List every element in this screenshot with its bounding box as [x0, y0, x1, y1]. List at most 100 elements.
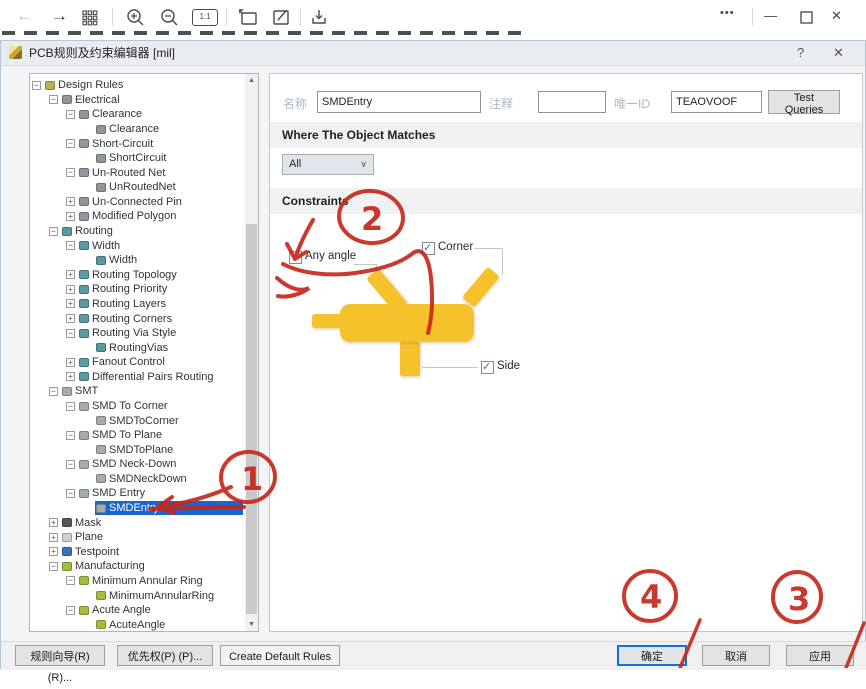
- expand-plus-icon[interactable]: +: [66, 314, 75, 323]
- expand-plus-icon[interactable]: +: [66, 372, 75, 381]
- tree-item[interactable]: UnRoutedNet: [30, 180, 243, 195]
- expand-plus-icon[interactable]: +: [66, 197, 75, 206]
- download-icon[interactable]: [310, 8, 330, 28]
- expand-minus-icon[interactable]: −: [66, 110, 75, 119]
- name-input[interactable]: [317, 91, 481, 113]
- maximize-icon[interactable]: [800, 11, 813, 24]
- tree-item[interactable]: −Clearance: [30, 107, 243, 122]
- tree-item[interactable]: −Design Rules: [30, 78, 243, 93]
- expand-minus-icon[interactable]: −: [66, 168, 75, 177]
- tree-item[interactable]: RoutingVias: [30, 340, 243, 355]
- toolbar-separator: [112, 8, 113, 26]
- expand-plus-icon[interactable]: +: [66, 358, 75, 367]
- scope-dropdown[interactable]: All ∨: [282, 154, 374, 175]
- expand-minus-icon[interactable]: −: [49, 562, 58, 571]
- ok-button[interactable]: 确定: [617, 645, 687, 666]
- tree-item[interactable]: −Minimum Annular Ring: [30, 574, 243, 589]
- expand-minus-icon[interactable]: −: [66, 241, 75, 250]
- tree-item[interactable]: ShortCircuit: [30, 151, 243, 166]
- tree-item[interactable]: +Un-Connected Pin: [30, 195, 243, 210]
- side-checkbox[interactable]: [481, 361, 494, 374]
- tree-item[interactable]: Width: [30, 253, 243, 268]
- tree-item[interactable]: +Plane: [30, 530, 243, 545]
- tree-item[interactable]: AcuteAngle: [30, 617, 243, 632]
- scroll-up-icon[interactable]: ▲: [245, 74, 258, 87]
- tree-item[interactable]: +Routing Layers: [30, 297, 243, 312]
- edit-icon[interactable]: [272, 8, 292, 28]
- expand-plus-icon[interactable]: +: [66, 299, 75, 308]
- apply-button[interactable]: 应用: [786, 645, 854, 666]
- dialog-close-icon[interactable]: ✕: [833, 45, 844, 61]
- expand-minus-icon[interactable]: −: [66, 460, 75, 469]
- tree-scrollbar[interactable]: ▲ ▼: [245, 74, 258, 631]
- tree-item[interactable]: SMDToPlane: [30, 442, 243, 457]
- create-default-rules-button[interactable]: Create Default Rules: [220, 645, 340, 666]
- expand-minus-icon[interactable]: −: [66, 606, 75, 615]
- tree-item[interactable]: −Un-Routed Net: [30, 165, 243, 180]
- expand-minus-icon[interactable]: −: [49, 227, 58, 236]
- tree-item[interactable]: −Routing: [30, 224, 243, 239]
- tree-item[interactable]: SMDEntry: [30, 501, 243, 516]
- expand-minus-icon[interactable]: −: [49, 387, 58, 396]
- close-window-icon[interactable]: ✕: [831, 7, 842, 25]
- expand-plus-icon[interactable]: +: [66, 270, 75, 279]
- forward-icon[interactable]: →: [51, 6, 68, 26]
- expand-plus-icon[interactable]: +: [66, 285, 75, 294]
- more-menu-icon[interactable]: •••: [720, 4, 735, 22]
- expand-plus-icon[interactable]: +: [66, 212, 75, 221]
- tree-item[interactable]: −SMD Neck-Down: [30, 457, 243, 472]
- tree-item[interactable]: +Routing Topology: [30, 268, 243, 283]
- expand-minus-icon[interactable]: −: [66, 489, 75, 498]
- tree-item[interactable]: Clearance: [30, 122, 243, 137]
- tree-item[interactable]: +Fanout Control: [30, 355, 243, 370]
- tree-item[interactable]: SMDNeckDown: [30, 472, 243, 487]
- tree-item[interactable]: MinimumAnnularRing: [30, 588, 243, 603]
- tree-item[interactable]: −SMD To Corner: [30, 399, 243, 414]
- unique-id-input[interactable]: [671, 91, 762, 113]
- rotate-icon[interactable]: [238, 8, 260, 28]
- priorities-button[interactable]: 优先权(P) (P)...: [117, 645, 213, 666]
- comment-input[interactable]: [538, 91, 606, 113]
- cancel-button[interactable]: 取消: [702, 645, 770, 666]
- tree-item[interactable]: −Electrical: [30, 93, 243, 108]
- back-icon[interactable]: ←: [16, 6, 33, 26]
- test-queries-button[interactable]: Test Queries: [768, 90, 840, 114]
- grid-view-icon[interactable]: [82, 10, 98, 26]
- tree-item[interactable]: +Mask: [30, 515, 243, 530]
- zoom-ratio-icon[interactable]: 1:1: [192, 9, 218, 26]
- help-icon[interactable]: ?: [797, 45, 804, 60]
- tree-item[interactable]: −Short-Circuit: [30, 136, 243, 151]
- expand-plus-icon[interactable]: +: [49, 518, 58, 527]
- tree-item[interactable]: −Acute Angle: [30, 603, 243, 618]
- corner-checkbox[interactable]: [422, 242, 435, 255]
- tree-item[interactable]: −Routing Via Style: [30, 326, 243, 341]
- any-angle-checkbox[interactable]: [289, 251, 302, 264]
- expand-minus-icon[interactable]: −: [66, 431, 75, 440]
- tree-item[interactable]: +Routing Priority: [30, 282, 243, 297]
- scroll-down-icon[interactable]: ▼: [245, 618, 258, 631]
- expand-minus-icon[interactable]: −: [49, 95, 58, 104]
- minimize-icon[interactable]: —: [764, 7, 777, 25]
- expand-plus-icon[interactable]: +: [49, 533, 58, 542]
- tree-item[interactable]: −SMT: [30, 384, 243, 399]
- tree-item[interactable]: +Testpoint: [30, 545, 243, 560]
- expand-minus-icon[interactable]: −: [66, 576, 75, 585]
- tree-item[interactable]: +Modified Polygon: [30, 209, 243, 224]
- tree-item[interactable]: −Manufacturing: [30, 559, 243, 574]
- expand-plus-icon[interactable]: +: [49, 547, 58, 556]
- expand-minus-icon[interactable]: −: [66, 329, 75, 338]
- tree-item[interactable]: SMDToCorner: [30, 413, 243, 428]
- tree-item[interactable]: +Routing Corners: [30, 311, 243, 326]
- scrollbar-thumb[interactable]: [246, 224, 257, 614]
- tree-item[interactable]: −Width: [30, 238, 243, 253]
- tree-item[interactable]: −SMD Entry: [30, 486, 243, 501]
- tree-item[interactable]: −SMD To Plane: [30, 428, 243, 443]
- expand-minus-icon[interactable]: −: [66, 402, 75, 411]
- expand-minus-icon[interactable]: −: [66, 139, 75, 148]
- zoom-in-icon[interactable]: [126, 8, 146, 28]
- zoom-out-icon[interactable]: [160, 8, 180, 28]
- expand-minus-icon[interactable]: −: [32, 81, 41, 90]
- tree-item-label: SMDToPlane: [109, 444, 173, 456]
- tree-item[interactable]: +Differential Pairs Routing: [30, 370, 243, 385]
- rule-wizard-button[interactable]: 规则向导(R) (R)...: [15, 645, 105, 666]
